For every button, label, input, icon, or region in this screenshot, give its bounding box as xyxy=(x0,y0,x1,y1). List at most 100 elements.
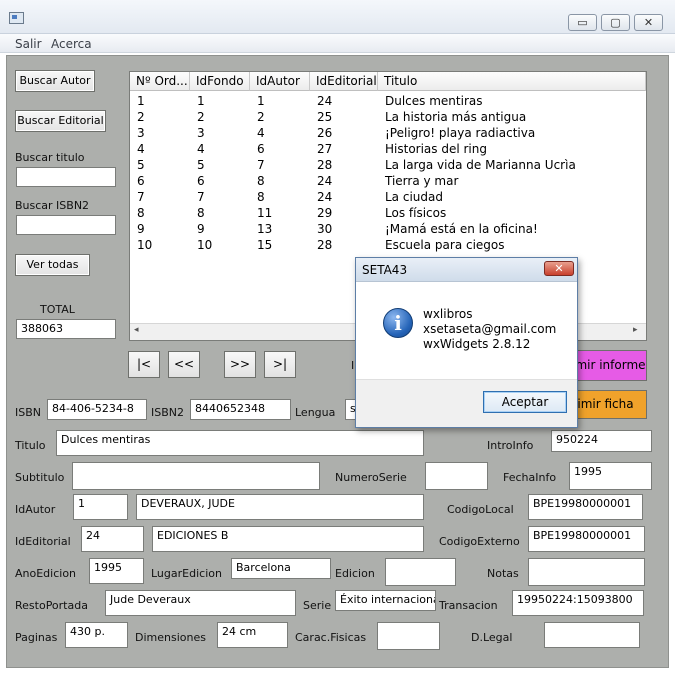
table-cell[interactable]: Escuela para ciegos xyxy=(385,237,505,253)
column-header-idfondo[interactable]: IdFondo xyxy=(190,72,250,91)
ver-todas-button[interactable]: Ver todas xyxy=(15,254,90,276)
table-cell[interactable]: 5 xyxy=(197,157,205,173)
table-cell[interactable]: 25 xyxy=(317,109,332,125)
aceptar-button[interactable]: Aceptar xyxy=(483,391,567,413)
table-cell[interactable]: 15 xyxy=(257,237,272,253)
menu-acerca[interactable]: Acerca xyxy=(51,37,92,51)
table-row-cell-first[interactable]: 6 xyxy=(137,173,145,189)
nav-next-button[interactable]: >> xyxy=(224,351,256,378)
table-cell[interactable]: 6 xyxy=(197,173,205,189)
table-row-cell-first[interactable]: 8 xyxy=(137,205,145,221)
introinfo-field[interactable]: 950224 xyxy=(551,430,652,452)
dialog-title: SETA43 xyxy=(362,263,408,277)
paginas-field[interactable]: 430 p. xyxy=(65,622,128,648)
notas-label: Notas xyxy=(487,567,519,580)
dlegal-field[interactable] xyxy=(544,622,640,648)
table-cell[interactable]: 2 xyxy=(197,109,205,125)
lugaredicion-field[interactable]: Barcelona xyxy=(231,558,331,579)
table-cell[interactable]: 1 xyxy=(197,93,205,109)
serie-field[interactable]: Éxito internacional xyxy=(335,590,436,611)
table-cell[interactable]: 11 xyxy=(257,205,272,221)
table-row-cell-first[interactable]: 9 xyxy=(137,221,145,237)
scroll-left-icon[interactable]: ◂ xyxy=(134,325,139,335)
table-cell[interactable]: 24 xyxy=(317,189,332,205)
table-cell[interactable]: 24 xyxy=(317,93,332,109)
table-row-cell-first[interactable]: 4 xyxy=(137,141,145,157)
table-cell[interactable]: La historia más antigua xyxy=(385,109,526,125)
nav-first-button[interactable]: |< xyxy=(128,351,160,378)
table-cell[interactable]: Los físicos xyxy=(385,205,446,221)
table-cell[interactable]: La ciudad xyxy=(385,189,443,205)
column-header-titulo[interactable]: Titulo xyxy=(378,72,646,91)
table-row-cell-first[interactable]: 1 xyxy=(137,93,145,109)
table-cell[interactable]: 13 xyxy=(257,221,272,237)
table-cell[interactable]: 7 xyxy=(257,157,265,173)
isbn2-field[interactable]: 8440652348 xyxy=(190,399,291,420)
column-header-idautor[interactable]: IdAutor xyxy=(250,72,310,91)
caracfisicas-field[interactable] xyxy=(377,622,440,650)
table-row-cell-first[interactable]: 7 xyxy=(137,189,145,205)
numeroserie-field[interactable] xyxy=(425,462,488,490)
table-cell[interactable]: 4 xyxy=(257,125,265,141)
autor-nombre-field[interactable]: DEVERAUX, JUDE xyxy=(136,494,424,520)
buscar-editorial-button[interactable]: Buscar Editorial xyxy=(15,110,106,132)
table-cell[interactable]: 27 xyxy=(317,141,332,157)
table-cell[interactable]: 8 xyxy=(257,173,265,189)
maximize-button[interactable]: ▢ xyxy=(601,14,630,31)
fechainfo-field[interactable]: 1995 xyxy=(569,462,652,490)
column-header-nord[interactable]: Nº Ord... xyxy=(130,72,190,91)
subtitulo-field[interactable] xyxy=(72,462,320,490)
transacion-field[interactable]: 19950224:15093800 xyxy=(512,590,644,616)
ideditorial-field[interactable]: 24 xyxy=(81,526,144,552)
table-row-cell-first[interactable]: 2 xyxy=(137,109,145,125)
table-cell[interactable]: 4 xyxy=(197,141,205,157)
table-cell[interactable]: 2 xyxy=(257,109,265,125)
table-cell[interactable]: 8 xyxy=(257,189,265,205)
restoportada-field[interactable]: Jude Deveraux xyxy=(105,590,296,616)
editorial-nombre-field[interactable]: EDICIONES B xyxy=(152,526,424,552)
table-cell[interactable]: Historias del ring xyxy=(385,141,487,157)
table-cell[interactable]: 3 xyxy=(197,125,205,141)
codigolocal-field[interactable]: BPE19980000001 xyxy=(528,494,643,520)
edicion-field[interactable] xyxy=(385,558,456,586)
column-header-ideditorial[interactable]: IdEditorial xyxy=(310,72,378,91)
table-cell[interactable]: 24 xyxy=(317,173,332,189)
buscar-titulo-label: Buscar titulo xyxy=(15,151,85,164)
table-cell[interactable]: 8 xyxy=(197,205,205,221)
dimensiones-field[interactable]: 24 cm xyxy=(217,622,288,648)
table-cell[interactable]: La larga vida de Marianna Ucrìa xyxy=(385,157,576,173)
table-cell[interactable]: Dulces mentiras xyxy=(385,93,482,109)
table-cell[interactable]: ¡Peligro! playa radiactiva xyxy=(385,125,535,141)
table-cell[interactable]: 1 xyxy=(257,93,265,109)
table-row-cell-first[interactable]: 10 xyxy=(137,237,152,253)
table-row-cell-first[interactable]: 3 xyxy=(137,125,145,141)
table-cell[interactable]: 6 xyxy=(257,141,265,157)
buscar-isbn-input[interactable] xyxy=(16,215,116,235)
isbn-field[interactable]: 84-406-5234-8 xyxy=(47,399,147,420)
close-button[interactable]: ✕ xyxy=(634,14,663,31)
buscar-autor-button[interactable]: Buscar Autor xyxy=(15,70,95,92)
buscar-titulo-input[interactable] xyxy=(16,167,116,187)
notas-field[interactable] xyxy=(528,558,645,586)
table-cell[interactable]: 9 xyxy=(197,221,205,237)
nav-prev-button[interactable]: << xyxy=(168,351,200,378)
dialog-close-button[interactable]: ✕ xyxy=(544,261,574,276)
table-cell[interactable]: 28 xyxy=(317,157,332,173)
nav-last-button[interactable]: >| xyxy=(264,351,296,378)
table-cell[interactable]: 29 xyxy=(317,205,332,221)
idautor-field[interactable]: 1 xyxy=(73,494,128,520)
table-row-cell-first[interactable]: 5 xyxy=(137,157,145,173)
titulo-field[interactable]: Dulces mentiras xyxy=(56,430,424,456)
table-cell[interactable]: ¡Mamá está en la oficina! xyxy=(385,221,538,237)
table-cell[interactable]: 30 xyxy=(317,221,332,237)
anoedicion-field[interactable]: 1995 xyxy=(89,558,144,584)
table-cell[interactable]: Tierra y mar xyxy=(385,173,458,189)
menu-salir[interactable]: Salir xyxy=(15,37,42,51)
codigoexterno-field[interactable]: BPE19980000001 xyxy=(528,526,645,552)
table-cell[interactable]: 26 xyxy=(317,125,332,141)
minimize-button[interactable]: ▭ xyxy=(568,14,597,31)
table-cell[interactable]: 10 xyxy=(197,237,212,253)
scroll-right-icon[interactable]: ▸ xyxy=(633,325,638,335)
table-cell[interactable]: 28 xyxy=(317,237,332,253)
table-cell[interactable]: 7 xyxy=(197,189,205,205)
